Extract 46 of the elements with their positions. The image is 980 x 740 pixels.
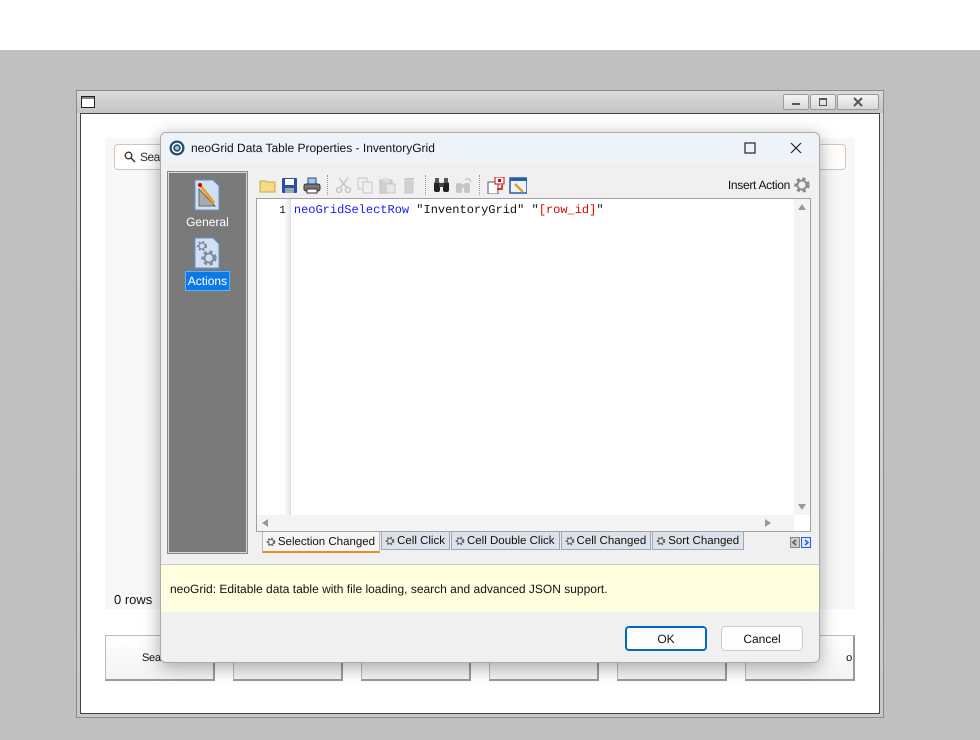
- window-pencil-icon[interactable]: [508, 176, 527, 194]
- minimize-button[interactable]: [783, 94, 809, 110]
- code-editor[interactable]: 1 neoGridSelectRow "InventoryGrid" "[row_id]": [256, 198, 811, 532]
- horizontal-scrollbar[interactable]: [256, 515, 794, 531]
- event-tab[interactable]: Cell Double Click: [450, 532, 560, 550]
- gear-icon: [385, 536, 396, 546]
- event-tab[interactable]: Selection Changed: [262, 532, 380, 553]
- left-arrow-icon[interactable]: [260, 518, 269, 528]
- gear-icon: [656, 536, 666, 546]
- maximize-button[interactable]: [744, 142, 756, 154]
- up-arrow-icon[interactable]: [797, 203, 807, 211]
- close-button[interactable]: [837, 94, 879, 110]
- gear-icon: [793, 176, 811, 194]
- dialog-button[interactable]: Cancel: [721, 626, 803, 651]
- event-tab[interactable]: Cell Click: [381, 532, 450, 550]
- maximize-icon: [818, 97, 828, 107]
- close-icon: [853, 97, 863, 107]
- insert-action-button[interactable]: Insert Action: [728, 176, 811, 194]
- sidebar-item[interactable]: Actions: [184, 271, 230, 291]
- maximize-button[interactable]: [810, 94, 836, 110]
- event-tab[interactable]: Sort Changed: [652, 532, 744, 550]
- document-insert-icon[interactable]: [486, 176, 505, 194]
- dialog-title: neoGrid Data Table Properties - InventoryGrid: [191, 141, 435, 155]
- search-icon: [124, 151, 136, 163]
- dialog-button[interactable]: OK: [625, 626, 707, 651]
- scroll-left-button[interactable]: [790, 537, 800, 548]
- app-icon: [169, 140, 185, 156]
- binoculars-icon[interactable]: [432, 176, 451, 194]
- down-arrow-icon[interactable]: [797, 503, 807, 511]
- gear-icon: [454, 536, 465, 546]
- window-icon: [81, 96, 95, 108]
- gear-icon: [266, 536, 276, 546]
- document-gear-icon: [194, 237, 220, 269]
- scroll-right-button[interactable]: [801, 537, 811, 548]
- code-line: neoGridSelectRow "InventoryGrid" "[row_id]": [294, 203, 604, 217]
- right-arrow-icon[interactable]: [764, 518, 772, 528]
- event-tab[interactable]: Cell Changed: [560, 532, 652, 550]
- close-button[interactable]: [790, 142, 802, 154]
- gear-icon: [564, 536, 575, 546]
- description-text: neoGrid: Editable data table with file loading, search and advanced JSON support.: [170, 582, 608, 596]
- document-pencil-icon: [194, 179, 220, 211]
- printer-icon[interactable]: [302, 176, 321, 194]
- vertical-scrollbar[interactable]: [794, 199, 810, 515]
- line-number: 1: [279, 205, 286, 217]
- sidebar-item[interactable]: General: [184, 213, 231, 231]
- row-count: 0 rows: [114, 592, 152, 607]
